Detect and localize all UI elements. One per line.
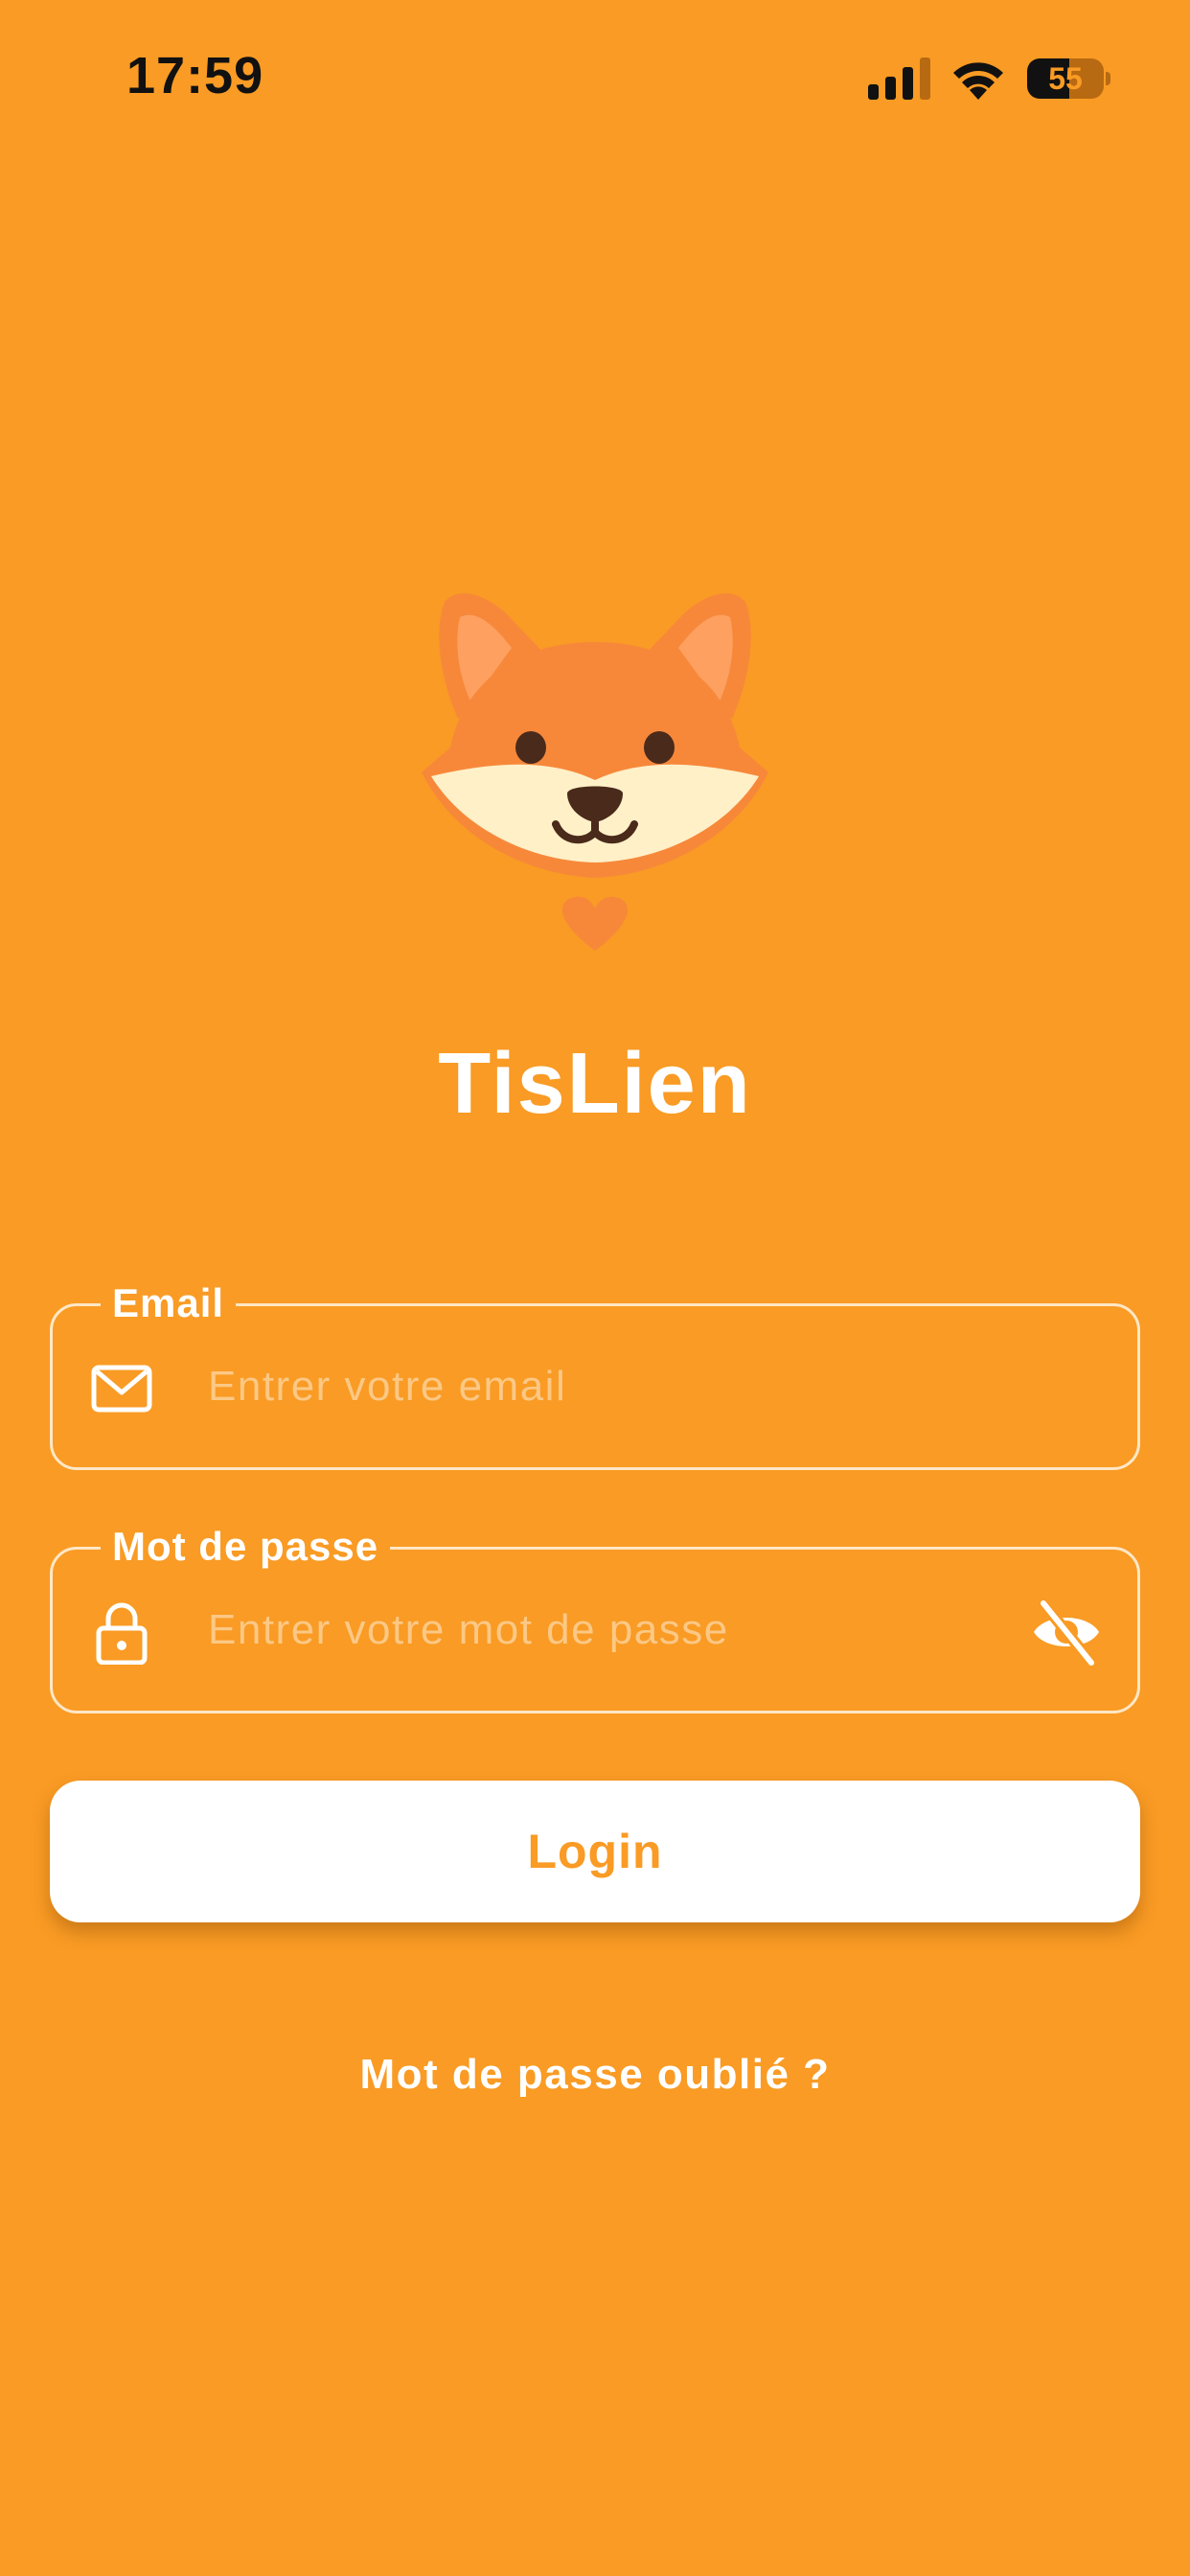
password-input[interactable]	[208, 1550, 1013, 1711]
eye-off-icon[interactable]	[1030, 1596, 1103, 1668]
wifi-icon	[953, 62, 1003, 100]
password-field[interactable]: Mot de passe	[50, 1521, 1140, 1714]
fox-logo-icon	[422, 593, 768, 951]
forgot-password-link[interactable]: Mot de passe oublié ?	[0, 2051, 1190, 2099]
login-button[interactable]: Login	[50, 1781, 1140, 1922]
battery-level: 55	[1048, 61, 1083, 96]
battery-tip	[1106, 72, 1110, 85]
email-field[interactable]: Email	[50, 1277, 1140, 1470]
email-input[interactable]	[208, 1306, 1013, 1467]
status-time: 17:59	[126, 47, 264, 104]
login-screen: 17:59 55 TisLien Email Entrer votre emai…	[0, 0, 1190, 2576]
cellular-signal-icon	[868, 58, 930, 100]
battery-icon: 55	[1027, 58, 1110, 99]
lock-icon	[96, 1602, 148, 1665]
mail-icon	[91, 1365, 152, 1413]
app-title: TisLien	[438, 1036, 752, 1132]
status-bar: 17:59 55	[0, 0, 1190, 153]
